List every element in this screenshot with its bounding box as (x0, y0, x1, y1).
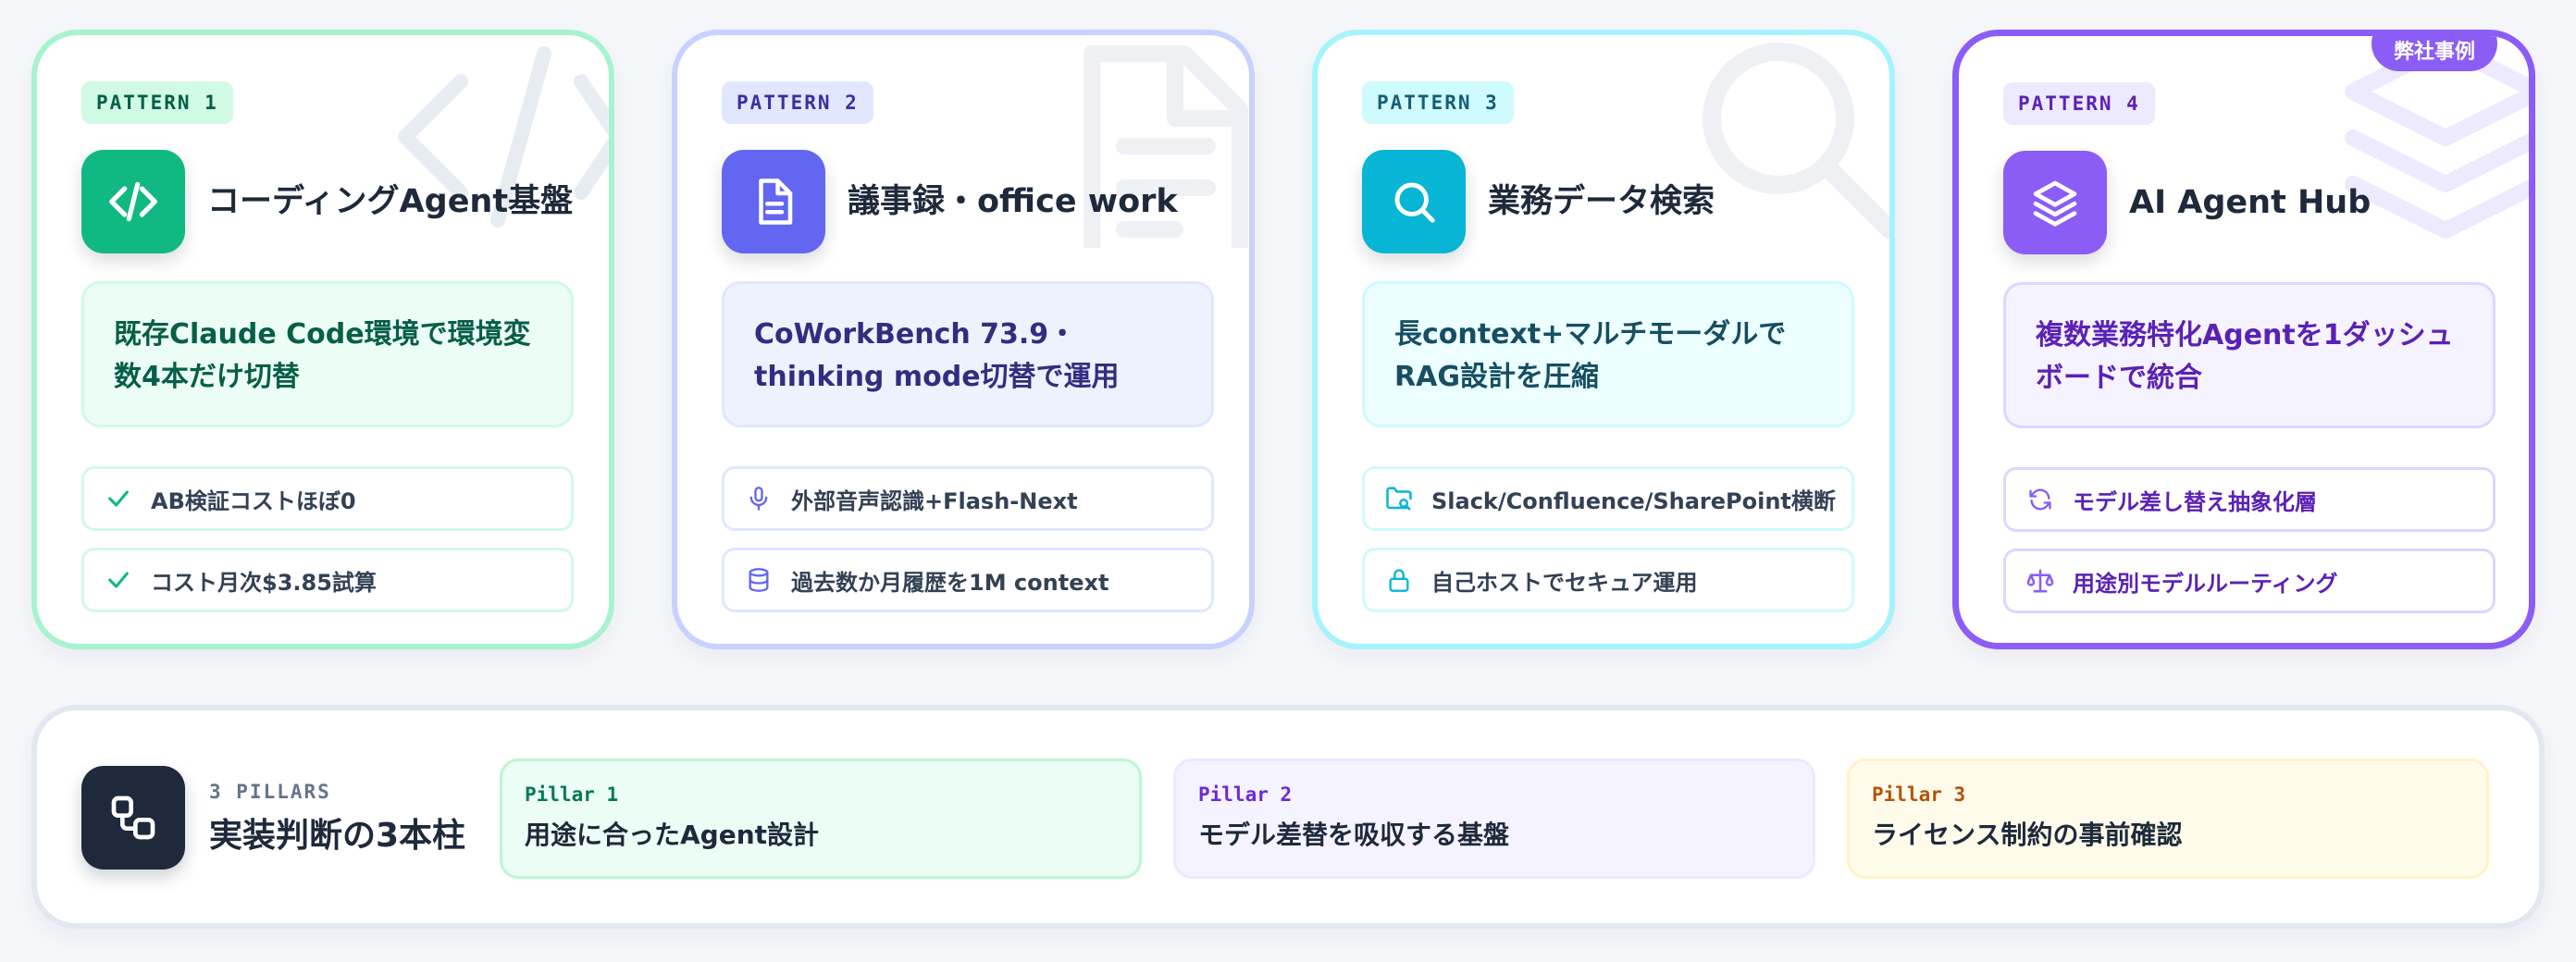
pattern-tag: PATTERN 2 (722, 81, 873, 124)
check-icon (103, 483, 134, 514)
pillar-label: Pillar 2 (1198, 783, 1293, 806)
pattern-card-data-search: PATTERN 3 業務データ検索 長context+マルチモーダルでRAG設計… (1312, 30, 1895, 649)
feature-label: コスト月次$3.85試算 (151, 569, 377, 596)
document-icon (722, 150, 825, 253)
pillars-panel: 3 PILLARS 実装判断の3本柱 Pillar 1 用途に合ったAgent設… (31, 705, 2545, 929)
card-title: AI Agent Hub (2129, 184, 2372, 221)
card-description: 複数業務特化Agentを1ダッシュボードで統合 (2003, 282, 2496, 428)
card-title: 業務データ検索 (1488, 183, 1715, 220)
card-title: 議事録・office work (848, 183, 1178, 220)
code-icon (81, 150, 185, 253)
pillar-card: Pillar 2 モデル差替を吸収する基盤 (1173, 758, 1815, 879)
microphone-icon (743, 483, 774, 514)
pillar-text: 用途に合ったAgent設計 (525, 820, 820, 850)
feature-label: モデル差し替え抽象化層 (2073, 488, 2317, 515)
pattern-card-coding-agent: PATTERN 1 コーディングAgent基盤 既存Claude Code環境で… (31, 30, 614, 649)
folder-search-icon (1383, 483, 1415, 514)
scale-icon (2025, 565, 2056, 597)
pattern-tag: PATTERN 1 (81, 81, 233, 124)
feature-label: 外部音声認識+Flash-Next (791, 487, 1078, 514)
database-icon (743, 564, 774, 596)
feature-label: 過去数か月履歴を1M context (791, 569, 1109, 596)
feature-item: コスト月次$3.85試算 (81, 548, 574, 612)
workflow-icon (81, 766, 185, 870)
feature-item: 用途別モデルルーティング (2003, 549, 2496, 613)
pattern-tag: PATTERN 3 (1362, 81, 1514, 124)
feature-item: AB検証コストほぼ0 (81, 466, 574, 531)
feature-label: AB検証コストほぼ0 (151, 487, 356, 514)
pillars-title: 実装判断の3本柱 (209, 817, 466, 855)
feature-item: 外部音声認識+Flash-Next (722, 466, 1214, 531)
feature-item: Slack/Confluence/SharePoint横断 (1362, 466, 1854, 531)
pattern-cards: PATTERN 1 コーディングAgent基盤 既存Claude Code環境で… (31, 30, 2545, 659)
pillar-label: Pillar 3 (1872, 783, 1966, 806)
feature-item: 自己ホストでセキュア運用 (1362, 548, 1854, 612)
layers-icon (2003, 151, 2107, 254)
pillar-card: Pillar 1 用途に合ったAgent設計 (500, 758, 1142, 879)
pillar-text: モデル差替を吸収する基盤 (1198, 820, 1510, 850)
card-description: CoWorkBench 73.9・thinking mode切替で運用 (722, 281, 1214, 427)
lock-icon (1383, 564, 1415, 596)
pillar-label: Pillar 1 (525, 783, 619, 806)
feature-label: 用途別モデルルーティング (2073, 570, 2338, 597)
pillar-text: ライセンス制約の事前確認 (1872, 820, 2183, 850)
search-icon (1362, 150, 1466, 253)
pattern-card-office-work: PATTERN 2 議事録・office work CoWorkBench 73… (672, 30, 1255, 649)
feature-label: 自己ホストでセキュア運用 (1431, 569, 1698, 596)
card-description: 長context+マルチモーダルでRAG設計を圧縮 (1362, 281, 1854, 427)
feature-label: Slack/Confluence/SharePoint横断 (1431, 487, 1836, 514)
check-icon (103, 564, 134, 596)
feature-item: モデル差し替え抽象化層 (2003, 467, 2496, 532)
card-description: 既存Claude Code環境で環境変数4本だけ切替 (81, 281, 574, 427)
case-study-badge: 弊社事例 (2371, 36, 2497, 71)
feature-item: 過去数か月履歴を1M context (722, 548, 1214, 612)
pattern-tag: PATTERN 4 (2003, 82, 2155, 125)
pillars-kicker: 3 PILLARS (209, 781, 331, 803)
pattern-card-agent-hub: 弊社事例 PATTERN 4 AI Agent Hub 複数業務特化Agentを… (1952, 30, 2535, 649)
pillar-card: Pillar 3 ライセンス制約の事前確認 (1847, 758, 2489, 879)
card-title: コーディングAgent基盤 (207, 183, 574, 220)
refresh-icon (2025, 484, 2056, 515)
